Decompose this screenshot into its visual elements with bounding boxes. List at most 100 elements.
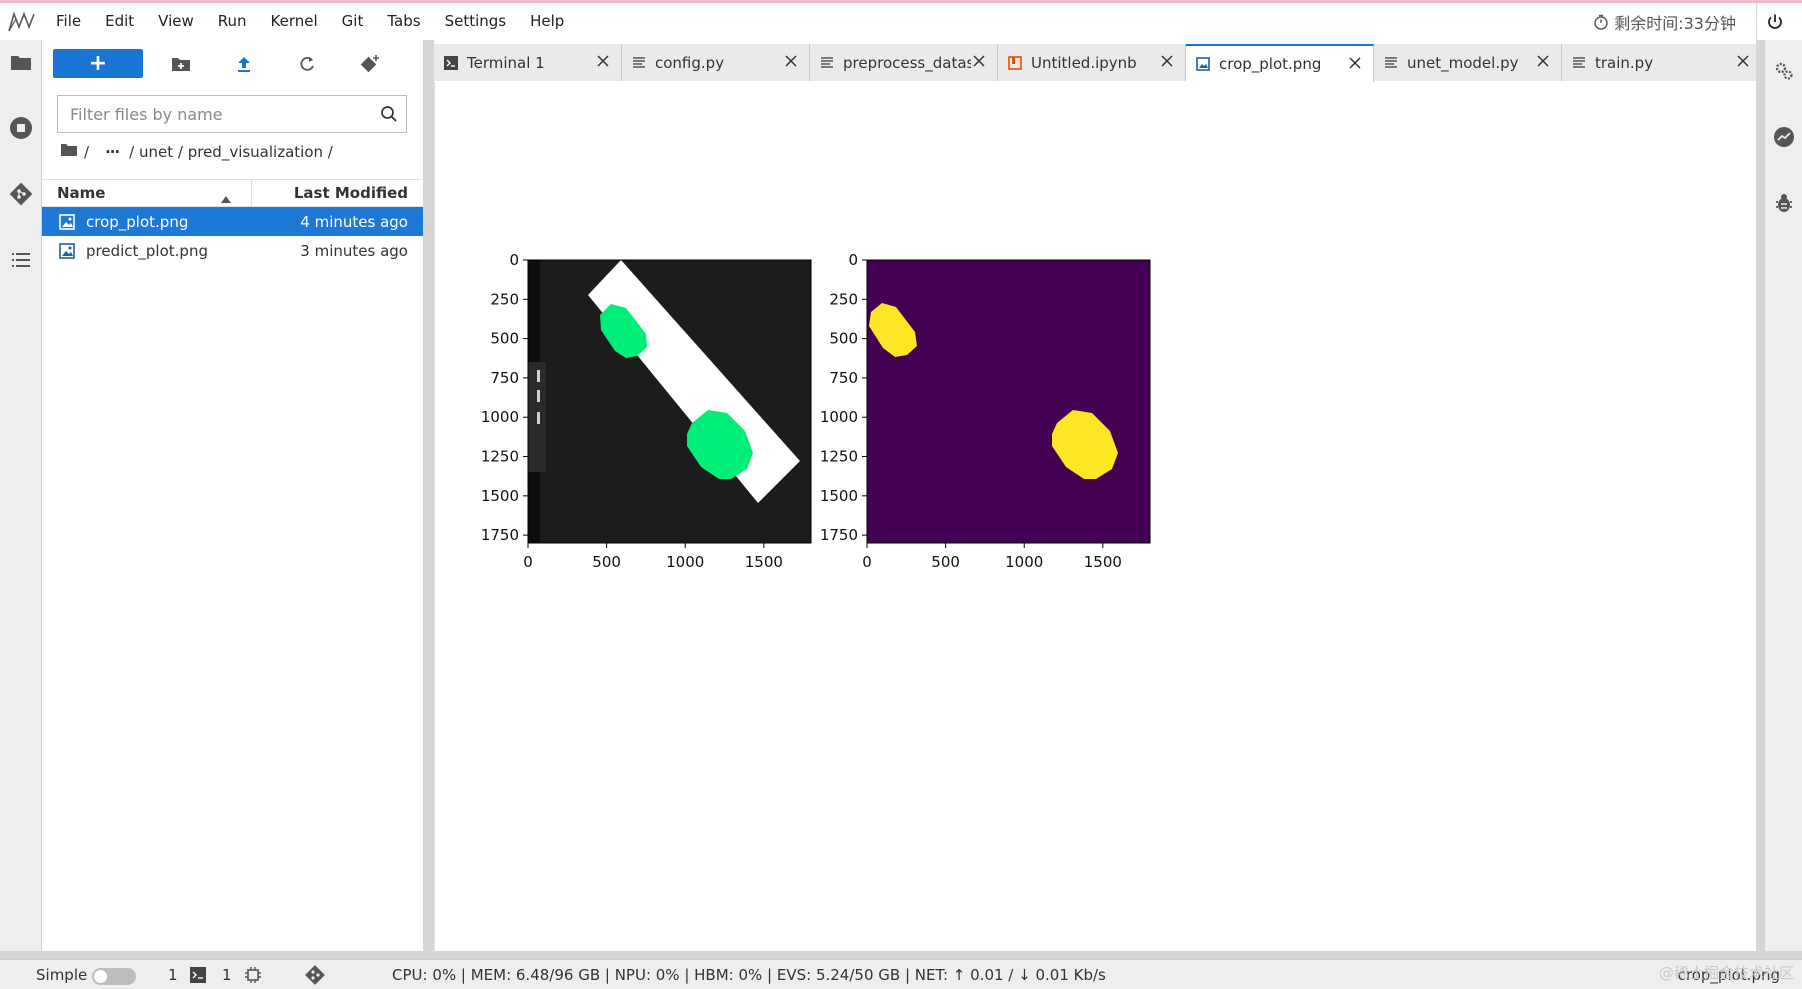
breadcrumb-path[interactable]: / unet / pred_visualization / [129,143,333,161]
image-viewer: 0 250 500 750 1000 1250 1500 1750 0 500 1000 1500 0 2… [434,82,1764,951]
y-tick-label: 1750 [481,526,519,544]
y-tick-label: 500 [490,330,519,348]
column-modified-header[interactable]: Last Modified [252,184,423,202]
breadcrumb-ellipsis[interactable]: ··· [105,143,120,161]
folder-icon [11,56,31,70]
close-icon[interactable] [1535,53,1551,69]
file-row-predict-plot[interactable]: predict_plot.png 3 minutes ago [42,236,423,265]
tab-crop-plot-png[interactable]: crop_plot.png [1186,44,1374,82]
new-launcher-button[interactable]: + [53,49,143,78]
tab-config-py[interactable]: config.py [622,44,810,81]
new-folder-icon [172,57,190,71]
chart-circle-icon [1774,127,1794,147]
close-icon[interactable] [1159,53,1175,69]
terminal-count[interactable]: 1 [222,966,232,984]
document-tab-bar: Terminal 1 config.py preprocess_datase U… [434,44,1764,82]
git-icon[interactable] [305,965,325,989]
file-filter-input[interactable] [58,97,372,131]
tab-preprocess-dataset[interactable]: preprocess_datase [810,44,998,81]
left-panel-equipment-highlights [537,370,540,424]
y-tick-label: 750 [829,369,858,387]
refresh-button[interactable] [290,49,324,78]
property-inspector-tab[interactable] [1765,52,1802,90]
image-file-icon [59,242,77,259]
y-tick-label: 500 [829,330,858,348]
file-modified: 3 minutes ago [300,241,408,260]
right-panel-image [867,260,1150,543]
running-sessions-tab[interactable] [0,108,42,148]
tab-label: train.py [1595,53,1654,72]
y-tick-label: 1500 [820,487,858,505]
close-icon[interactable] [971,53,987,69]
search-icon [372,97,406,131]
cpu-chip-icon[interactable] [244,966,262,988]
main-dock: Terminal 1 config.py preprocess_datase U… [434,40,1764,951]
panel-splitter[interactable] [423,40,434,951]
file-list-header: Name Last Modified [42,179,423,207]
column-name-header[interactable]: Name [42,180,252,206]
kernel-count[interactable]: 1 [168,966,178,984]
close-icon[interactable] [783,53,799,69]
tab-terminal-1[interactable]: Terminal 1 [434,44,622,81]
close-icon[interactable] [595,53,611,69]
x-tick-label: 1500 [745,553,783,571]
y-tick-label: 1000 [820,408,858,426]
menu-edit[interactable]: Edit [93,3,146,40]
table-of-contents-tab[interactable] [0,240,42,280]
y-tick-label: 1250 [481,448,519,466]
y-tick-label: 0 [848,251,858,269]
tab-unet-model-py[interactable]: unet_model.py [1374,44,1562,81]
file-browser-toolbar: + [42,40,423,86]
status-bar: Simple 1 1 CPU: 0% | MEM: 6.48/96 GB | N… [0,959,1802,989]
menu-git[interactable]: Git [330,3,376,40]
debugger-tab[interactable] [1765,184,1802,222]
git-icon [9,182,33,206]
file-text-icon [820,56,837,70]
git-tab[interactable] [0,174,42,214]
breadcrumb: / ··· / unet / pred_visualization / [60,140,339,164]
x-tick-label: 0 [523,553,533,571]
close-icon[interactable] [1347,55,1363,71]
file-browser-tab[interactable] [0,42,42,82]
x-tick-label: 1500 [1084,553,1122,571]
crop-plot-image: 0 250 500 750 1000 1250 1500 1750 0 500 1000 1500 0 2… [465,250,1165,584]
new-folder-button[interactable] [164,49,198,78]
terminal-icon [190,967,206,987]
file-row-crop-plot[interactable]: crop_plot.png 4 minutes ago [42,207,423,236]
y-tick-label: 0 [509,251,519,269]
y-tick-label: 1000 [481,408,519,426]
statusbar-border [0,951,1802,959]
file-filter-box [57,95,407,133]
menu-kernel[interactable]: Kernel [259,3,330,40]
menu-tabs[interactable]: Tabs [375,3,432,40]
left-panel-background [528,260,811,543]
prediction-plot: 025050075010001250150017500 500 1000 150002… [481,251,1151,571]
stopwatch-icon [1593,14,1609,30]
power-button[interactable] [1756,3,1792,40]
simple-mode-label: Simple [36,965,88,984]
right-activity-bar [1764,40,1802,951]
file-browser-panel: + / ··· / unet / pred_visualization / Na… [42,40,423,951]
file-text-icon [1384,56,1401,70]
notebook-icon [1008,55,1025,70]
menu-settings[interactable]: Settings [433,3,519,40]
menu-run[interactable]: Run [206,3,259,40]
home-folder-icon[interactable] [60,143,78,161]
tab-untitled-ipynb[interactable]: Untitled.ipynb [998,44,1186,81]
close-icon[interactable] [1735,53,1751,69]
right-panel-background [867,260,1150,543]
jupyter-logo [0,3,44,40]
resource-monitor-tab[interactable] [1765,118,1802,156]
menu-file[interactable]: File [44,3,93,40]
git-clone-button[interactable] [353,49,387,78]
menu-help[interactable]: Help [518,3,576,40]
tab-train-py[interactable]: train.py [1562,44,1762,81]
left-activity-bar [0,40,42,951]
simple-mode-toggle[interactable] [92,968,136,985]
upload-icon [238,56,250,72]
menu-view[interactable]: View [146,3,206,40]
y-tick-label: 1250 [820,448,858,466]
upload-button[interactable] [227,49,261,78]
terminal-icon [444,55,461,70]
session-timer-text: 剩余时间:33分钟 [1614,13,1736,33]
